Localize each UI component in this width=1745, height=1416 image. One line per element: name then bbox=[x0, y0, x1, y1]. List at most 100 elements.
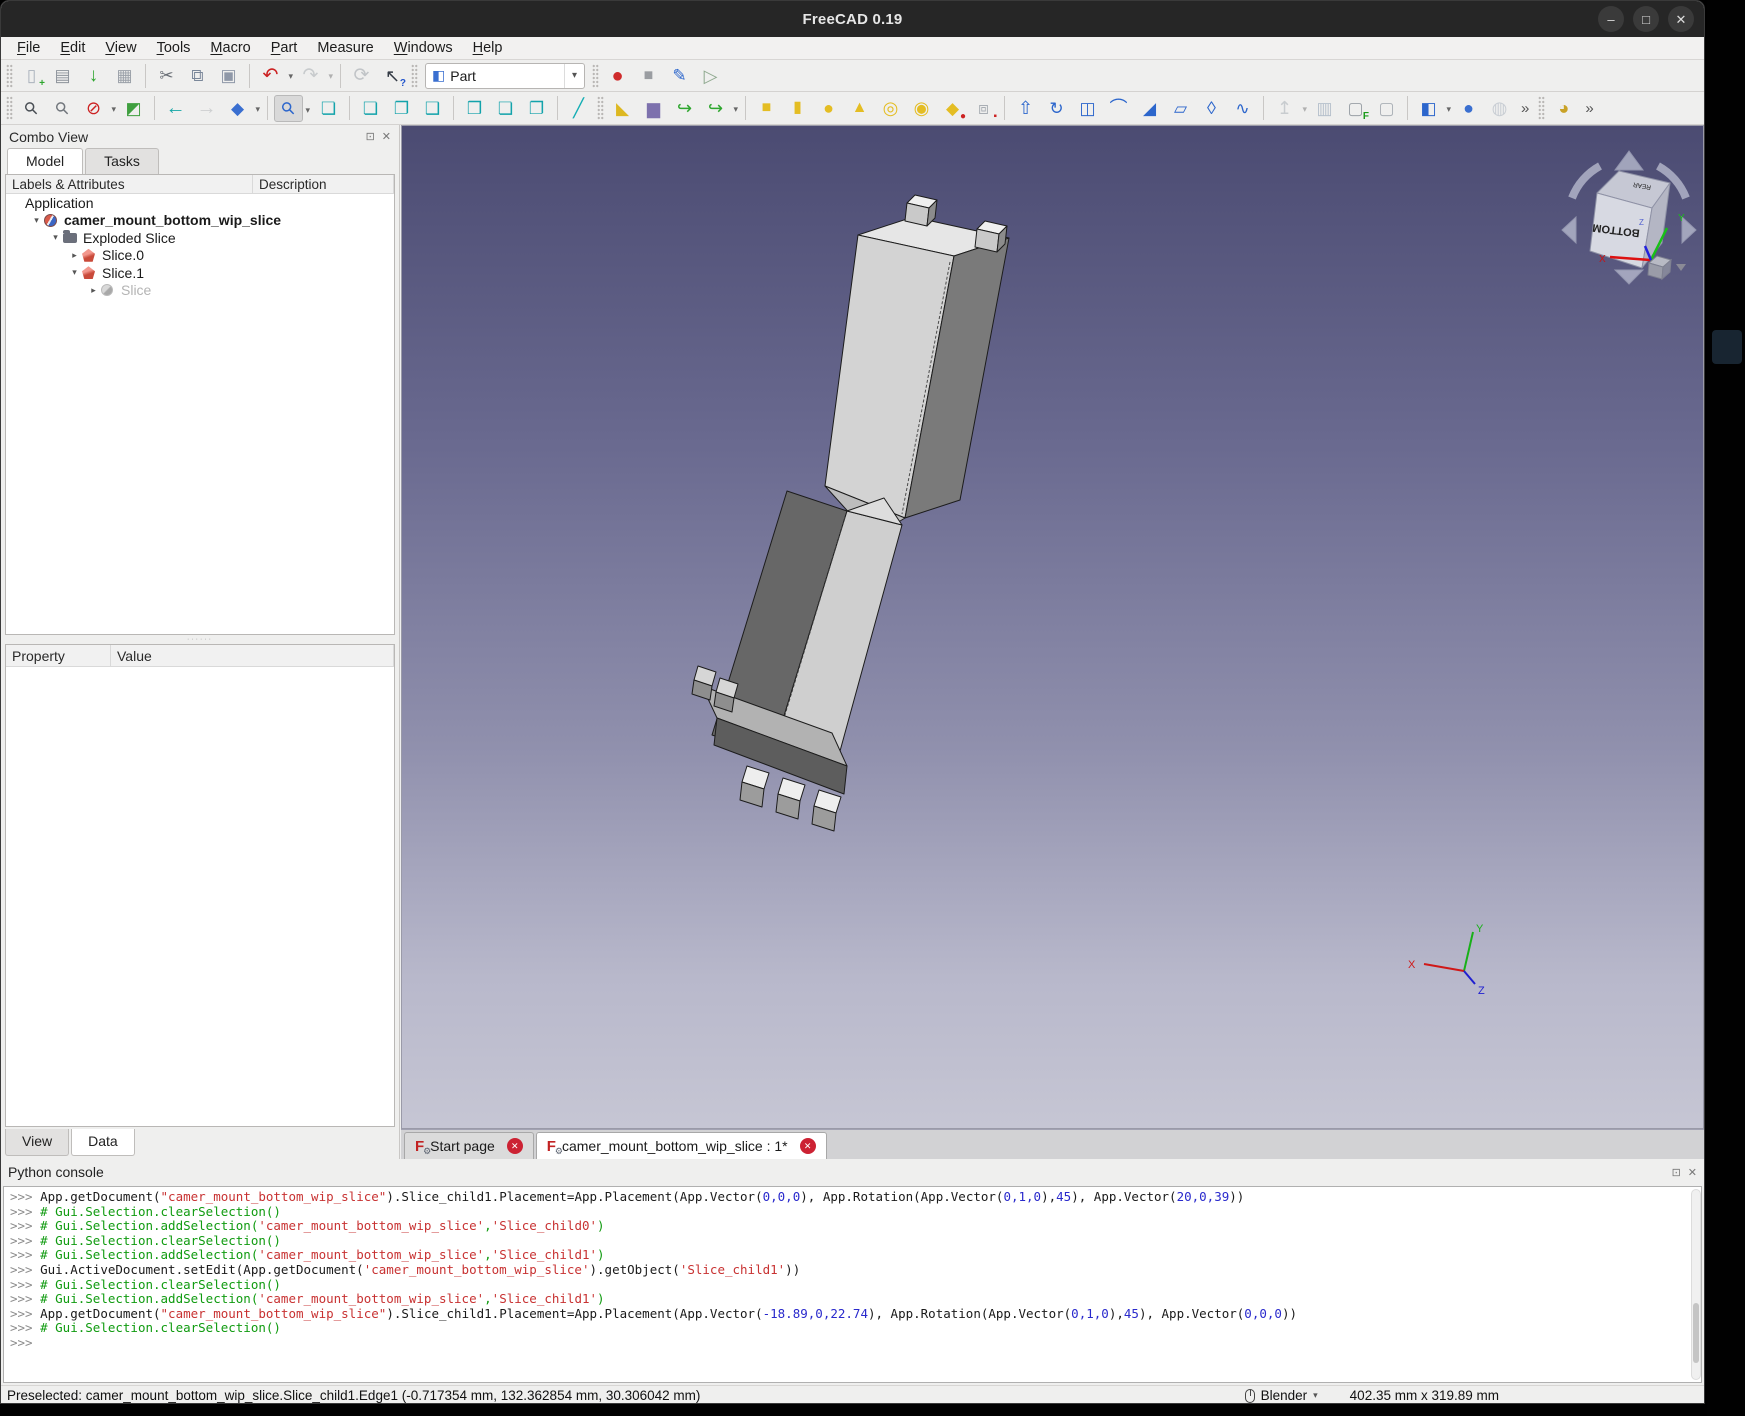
tree-header-labels[interactable]: Labels & Attributes bbox=[6, 175, 253, 193]
menu-edit[interactable]: Edit bbox=[50, 38, 95, 58]
open-document-button[interactable]: ▤ bbox=[48, 62, 77, 89]
primitive-cone-button[interactable]: ▲ bbox=[845, 95, 874, 122]
tree-expanded-icon[interactable]: ▾ bbox=[29, 215, 44, 226]
minimize-button[interactable]: – bbox=[1598, 6, 1624, 32]
compound-filter-button[interactable]: ▢F bbox=[1341, 95, 1370, 122]
undo-button[interactable]: ↶▾ bbox=[256, 62, 285, 89]
chevron-down-icon[interactable]: ▾ bbox=[1302, 104, 1307, 115]
property-header[interactable]: Property bbox=[6, 645, 111, 666]
boolean-button[interactable]: ◧▾ bbox=[1414, 95, 1443, 122]
boolean-union-button[interactable]: ● bbox=[1454, 95, 1483, 122]
fillet-button[interactable]: ⌒ bbox=[1104, 95, 1133, 122]
panel-close-icon[interactable]: ✕ bbox=[1688, 1166, 1697, 1179]
chevron-down-icon[interactable]: ▾ bbox=[111, 104, 116, 115]
tree-item-slice[interactable]: ▸Slice bbox=[6, 282, 394, 300]
tree-collapsed-icon[interactable]: ▸ bbox=[67, 250, 82, 261]
primitive-torus-button[interactable]: ◎ bbox=[876, 95, 905, 122]
menu-tools[interactable]: Tools bbox=[147, 38, 201, 58]
tree-item-application[interactable]: Application bbox=[6, 194, 394, 212]
nav-back-button[interactable]: ← bbox=[161, 95, 190, 122]
menu-macro[interactable]: Macro bbox=[200, 38, 260, 58]
part-import-button[interactable]: ↪ bbox=[670, 95, 699, 122]
menu-view[interactable]: View bbox=[95, 38, 146, 58]
primitive-sphere-button[interactable]: ● bbox=[814, 95, 843, 122]
titlebar[interactable]: FreeCAD 0.19 – □ ✕ bbox=[1, 1, 1704, 37]
fit-selection-button[interactable]: ⚲ bbox=[48, 95, 77, 122]
tab-data[interactable]: Data bbox=[71, 1129, 135, 1156]
whats-this-button[interactable]: ↖? bbox=[378, 62, 407, 89]
macro-record-button[interactable]: ● bbox=[603, 62, 632, 89]
macro-stop-button[interactable]: ■ bbox=[634, 62, 663, 89]
refresh-button[interactable]: ⟳ bbox=[347, 62, 376, 89]
tree-item-slice-1[interactable]: ▾Slice.1 bbox=[6, 264, 394, 282]
cut-button[interactable]: ✂ bbox=[152, 62, 181, 89]
navigation-cube[interactable]: BOTTOM REAR Z X Y bbox=[1562, 151, 1696, 284]
tree-header-description[interactable]: Description bbox=[253, 175, 394, 193]
panel-float-icon[interactable]: ⊡ bbox=[1672, 1166, 1681, 1179]
menu-part[interactable]: Part bbox=[261, 38, 308, 58]
tab-model[interactable]: Model bbox=[7, 148, 83, 174]
ruled-surface-button[interactable]: ▱ bbox=[1166, 95, 1195, 122]
draw-style-button[interactable]: ⊘▾ bbox=[79, 95, 108, 122]
print-button[interactable]: ▦ bbox=[110, 62, 139, 89]
tree-expanded-icon[interactable]: ▾ bbox=[67, 267, 82, 278]
primitive-cylinder-button[interactable]: ▮ bbox=[783, 95, 812, 122]
tab-close-icon[interactable]: ✕ bbox=[800, 1138, 816, 1154]
texture-view-button[interactable]: ◩ bbox=[119, 95, 148, 122]
panel-float-icon[interactable]: ⊡ bbox=[366, 130, 375, 143]
view-bottom-button[interactable]: ❏ bbox=[491, 95, 520, 122]
tab-view[interactable]: View bbox=[5, 1129, 69, 1156]
link-navigate-button[interactable]: ◆▾ bbox=[223, 95, 252, 122]
cross-sections-button[interactable]: ▥ bbox=[1310, 95, 1339, 122]
sweep-button[interactable]: ∿ bbox=[1228, 95, 1257, 122]
nav-forward-button[interactable]: → bbox=[192, 95, 221, 122]
value-header[interactable]: Value bbox=[111, 645, 394, 666]
chevron-down-icon[interactable]: ▾ bbox=[1446, 104, 1451, 115]
tab-close-icon[interactable]: ✕ bbox=[507, 1138, 523, 1154]
new-document-button[interactable]: ▯+ bbox=[17, 62, 46, 89]
maximize-button[interactable]: □ bbox=[1633, 6, 1659, 32]
tab-tasks[interactable]: Tasks bbox=[85, 148, 159, 174]
zoom-sync-button[interactable]: ⚲▾ bbox=[274, 95, 303, 122]
chevron-down-icon[interactable]: ▾ bbox=[288, 71, 293, 82]
loft-button[interactable]: ◊ bbox=[1197, 95, 1226, 122]
chevron-down-icon[interactable]: ▾ bbox=[1313, 1390, 1318, 1401]
shape-builder-button[interactable]: ◆● bbox=[938, 95, 967, 122]
primitive-tube-button[interactable]: ◉ bbox=[907, 95, 936, 122]
redo-button[interactable]: ↷▾ bbox=[296, 62, 325, 89]
menu-windows[interactable]: Windows bbox=[384, 38, 463, 58]
shape-builder-2-button[interactable]: ⧈▪ bbox=[969, 95, 998, 122]
chamfer-button[interactable]: ◢ bbox=[1135, 95, 1164, 122]
part-folder-button[interactable]: ▆ bbox=[639, 95, 668, 122]
panel-close-icon[interactable]: ✕ bbox=[382, 130, 391, 143]
close-button[interactable]: ✕ bbox=[1668, 6, 1694, 32]
workbench-selector[interactable]: ◧Part▾ bbox=[425, 63, 585, 89]
3d-viewport[interactable]: BOTTOM REAR Z X Y bbox=[401, 125, 1704, 1129]
revolve-button[interactable]: ↻ bbox=[1042, 95, 1071, 122]
tree-item-camer-mount-bottom-wip-slice[interactable]: ▾camer_mount_bottom_wip_slice bbox=[6, 212, 394, 230]
tree-expanded-icon[interactable]: ▾ bbox=[48, 232, 63, 243]
macro-edit-button[interactable]: ✎ bbox=[665, 62, 694, 89]
tree-item-exploded-slice[interactable]: ▾Exploded Slice bbox=[6, 229, 394, 247]
copy-button[interactable]: ⧉ bbox=[183, 62, 212, 89]
paste-button[interactable]: ▣ bbox=[214, 62, 243, 89]
primitive-box-button[interactable]: ■ bbox=[752, 95, 781, 122]
view-left-button[interactable]: ❐ bbox=[522, 95, 551, 122]
view-front-button[interactable]: ❏ bbox=[356, 95, 385, 122]
simple-copy-button[interactable]: ▢ bbox=[1372, 95, 1401, 122]
menu-measure[interactable]: Measure bbox=[307, 38, 383, 58]
document-tab-active[interactable]: Fcamer_mount_bottom_wip_slice : 1*✕ bbox=[536, 1132, 827, 1159]
view-rear-button[interactable]: ❒ bbox=[460, 95, 489, 122]
toolbar-overflow-1[interactable]: » bbox=[1515, 100, 1535, 117]
python-console[interactable]: >>> App.getDocument("camer_mount_bottom_… bbox=[3, 1186, 1702, 1383]
nav-style-selector[interactable]: Blender bbox=[1261, 1388, 1308, 1403]
extrude-button[interactable]: ⇧ bbox=[1011, 95, 1040, 122]
view-right-button[interactable]: ❑ bbox=[418, 95, 447, 122]
fit-all-button[interactable]: ⚲ bbox=[17, 95, 46, 122]
mirror-button[interactable]: ◫ bbox=[1073, 95, 1102, 122]
nav-cube-menu-icon[interactable] bbox=[1676, 264, 1686, 271]
model-part[interactable] bbox=[692, 195, 1009, 831]
chevron-down-icon[interactable]: ▾ bbox=[255, 104, 260, 115]
macro-play-button[interactable]: ▷ bbox=[696, 62, 725, 89]
tree-collapsed-icon[interactable]: ▸ bbox=[86, 285, 101, 296]
